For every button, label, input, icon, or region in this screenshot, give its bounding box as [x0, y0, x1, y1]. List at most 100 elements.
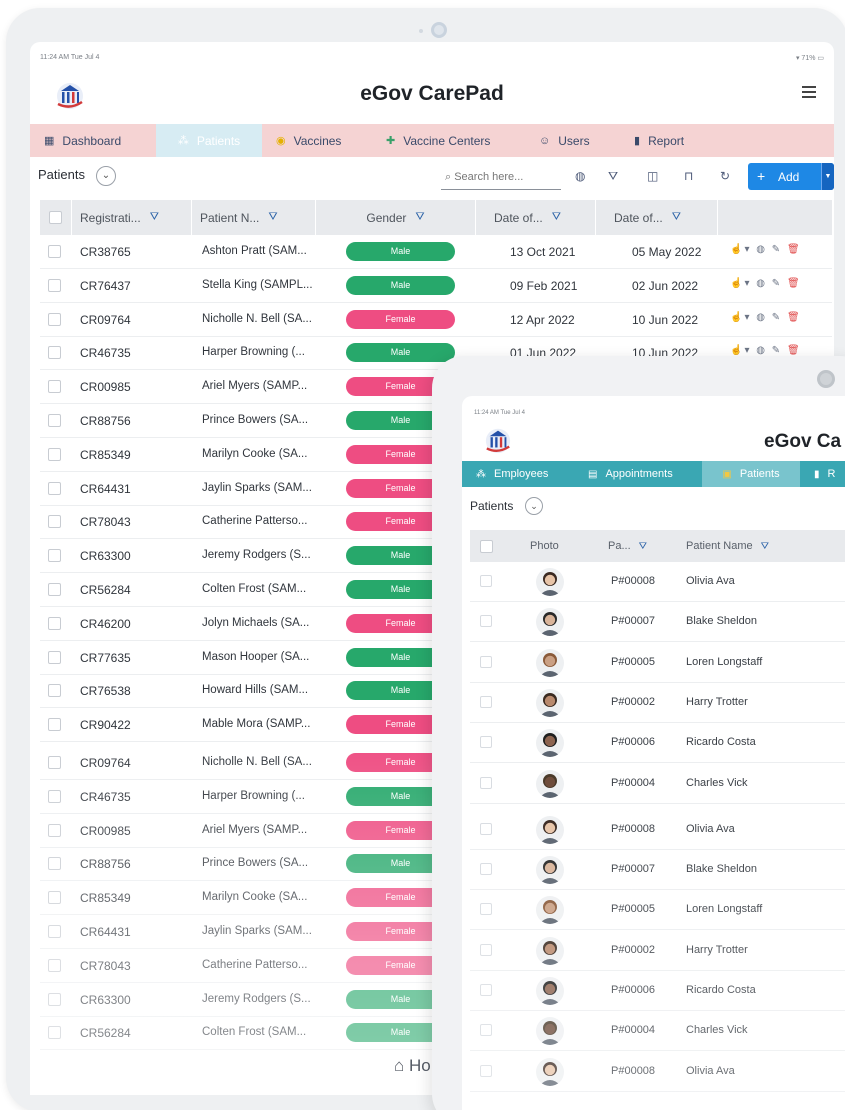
row-checkbox[interactable] [48, 756, 61, 769]
columns-icon[interactable]: ◫ [647, 169, 658, 183]
row-checkbox[interactable] [480, 943, 492, 956]
row-checkbox[interactable] [48, 823, 61, 837]
table-row[interactable]: CR38765 Ashton Pratt (SAM... Male 13 Oct 20… [40, 235, 832, 269]
pointer-icon[interactable]: ☝▾ [730, 244, 751, 255]
add-dropdown-icon[interactable]: ▼ [821, 163, 834, 190]
row-checkbox[interactable] [48, 380, 61, 394]
row-checkbox[interactable] [48, 650, 61, 664]
table-row[interactable]: P#00008 Olivia Ava [470, 1052, 845, 1092]
filter-icon[interactable]: ⛛ [150, 211, 159, 224]
row-checkbox[interactable] [48, 481, 61, 495]
row-checkbox[interactable] [480, 575, 492, 587]
row-checkbox[interactable] [480, 736, 492, 749]
row-checkbox[interactable] [48, 346, 61, 360]
table-row[interactable]: P#00002 Harry Trotter [470, 931, 845, 971]
row-checkbox[interactable] [48, 616, 61, 630]
row-checkbox[interactable] [48, 857, 61, 871]
row-checkbox[interactable] [48, 718, 61, 732]
row-checkbox[interactable] [480, 655, 492, 668]
col-date-2[interactable]: Date of... ⛛ [596, 200, 718, 235]
row-checkbox[interactable] [48, 891, 61, 905]
row-checkbox[interactable] [48, 583, 61, 596]
refresh-icon[interactable]: ↻ [720, 169, 730, 183]
table-row[interactable]: P#00007 Blake Sheldon [470, 602, 845, 643]
row-checkbox[interactable] [480, 695, 492, 708]
globe-icon[interactable]: ◍ [756, 244, 767, 255]
nav-report[interactable]: ▮ Report [634, 124, 684, 157]
table-row[interactable]: P#00004 Charles Vick [470, 764, 845, 804]
table-row[interactable]: P#00006 Ricardo Costa [470, 723, 845, 764]
table-row[interactable]: P#00006 Ricardo Costa [470, 971, 845, 1011]
nav-report[interactable]: ▮ R [814, 461, 835, 487]
select-all-checkbox[interactable] [480, 530, 493, 562]
table-row[interactable]: CR76437 Stella King (SAMPL... Male 09 Feb 2… [40, 269, 832, 303]
filter-icon[interactable]: ⛛ [552, 211, 561, 224]
table-row[interactable]: P#00004 Charles Vick [470, 1011, 845, 1052]
nav-dashboard[interactable]: ▦ Dashboard [44, 124, 121, 157]
row-checkbox[interactable] [480, 903, 492, 916]
row-checkbox[interactable] [48, 789, 61, 803]
delete-icon[interactable]: 🗑 [787, 278, 802, 289]
pointer-icon[interactable]: ☝▾ [730, 278, 751, 289]
col-patient-name[interactable]: Patient N... ⛛ [192, 200, 316, 235]
table-row[interactable]: CR09764 Nicholle N. Bell (SA... Female 12 A… [40, 303, 832, 337]
row-checkbox[interactable] [48, 925, 61, 938]
row-checkbox[interactable] [48, 958, 61, 972]
row-checkbox[interactable] [48, 992, 61, 1006]
search-input[interactable]: ⌕ Search here... [441, 164, 561, 190]
filter-icon[interactable]: ⛛ [415, 211, 424, 224]
globe-icon[interactable]: ◍ [756, 278, 767, 289]
add-button[interactable]: + Add ▼ [748, 163, 834, 190]
chevron-down-icon[interactable]: ⌄ [525, 497, 543, 515]
nav-patients[interactable]: ⁂ Patients [156, 124, 262, 157]
nav-users[interactable]: ☺ Users [539, 124, 590, 157]
nav-patients[interactable]: ▣ Patients [702, 461, 800, 487]
table-row[interactable]: P#00005 Loren Longstaff [470, 643, 845, 683]
filter-icon[interactable]: ⛛ [608, 169, 618, 184]
filter-icon[interactable]: ⛛ [639, 541, 647, 552]
table-row[interactable]: P#00008 Olivia Ava [470, 562, 845, 602]
nav-vaccines[interactable]: ◉ Vaccines [276, 124, 341, 157]
filter-icon[interactable]: ⛛ [268, 211, 277, 224]
col-registration[interactable]: Registrati... ⛛ [72, 200, 192, 235]
delete-icon[interactable]: 🗑 [787, 312, 802, 323]
globe-icon[interactable]: ◍ [575, 169, 585, 183]
globe-icon[interactable]: ◍ [756, 312, 767, 323]
nav-appointments[interactable]: ▤ Appointments [588, 461, 673, 487]
pointer-icon[interactable]: ☝▾ [730, 345, 751, 356]
edit-icon[interactable]: ✎ [772, 278, 782, 289]
row-checkbox[interactable] [48, 684, 61, 698]
pointer-icon[interactable]: ☝▾ [730, 312, 751, 323]
row-checkbox[interactable] [480, 615, 492, 628]
table-row[interactable]: P#00007 Blake Sheldon [470, 850, 845, 891]
col-date-1[interactable]: Date of... ⛛ [476, 200, 596, 235]
col-gender[interactable]: Gender ⛛ [316, 200, 476, 235]
nav-vaccine-centers[interactable]: ✚ Vaccine Centers [386, 124, 490, 157]
row-checkbox[interactable] [480, 1024, 492, 1037]
select-all-checkbox[interactable] [40, 200, 72, 235]
edit-icon[interactable]: ✎ [772, 345, 782, 356]
edit-icon[interactable]: ✎ [772, 244, 782, 255]
table-row[interactable]: P#00005 Loren Longstaff [470, 890, 845, 931]
filter-icon[interactable]: ⛛ [761, 541, 769, 552]
globe-icon[interactable]: ◍ [756, 345, 767, 356]
home-nav[interactable]: ⌂ Ho [394, 1056, 431, 1076]
chevron-down-icon[interactable]: ⌄ [96, 166, 116, 186]
row-checkbox[interactable] [480, 1064, 492, 1077]
row-checkbox[interactable] [48, 549, 61, 563]
row-checkbox[interactable] [48, 1026, 61, 1040]
filter-icon[interactable]: ⛛ [672, 211, 681, 224]
table-row[interactable]: P#00008 Olivia Ava [470, 810, 845, 850]
delete-icon[interactable]: 🗑 [787, 345, 802, 356]
row-checkbox[interactable] [48, 515, 61, 529]
row-checkbox[interactable] [48, 245, 61, 258]
row-checkbox[interactable] [480, 863, 492, 876]
row-checkbox[interactable] [48, 278, 61, 292]
row-checkbox[interactable] [480, 984, 492, 996]
lock-icon[interactable]: ⊓ [684, 169, 693, 183]
row-checkbox[interactable] [48, 447, 61, 461]
col-patient-id[interactable]: Pa... ⛛ [608, 530, 647, 562]
col-patient-name[interactable]: Patient Name ⛛ [686, 530, 769, 562]
hamburger-menu-icon[interactable] [802, 86, 816, 101]
nav-employees[interactable]: ⁂ Employees [476, 461, 548, 487]
